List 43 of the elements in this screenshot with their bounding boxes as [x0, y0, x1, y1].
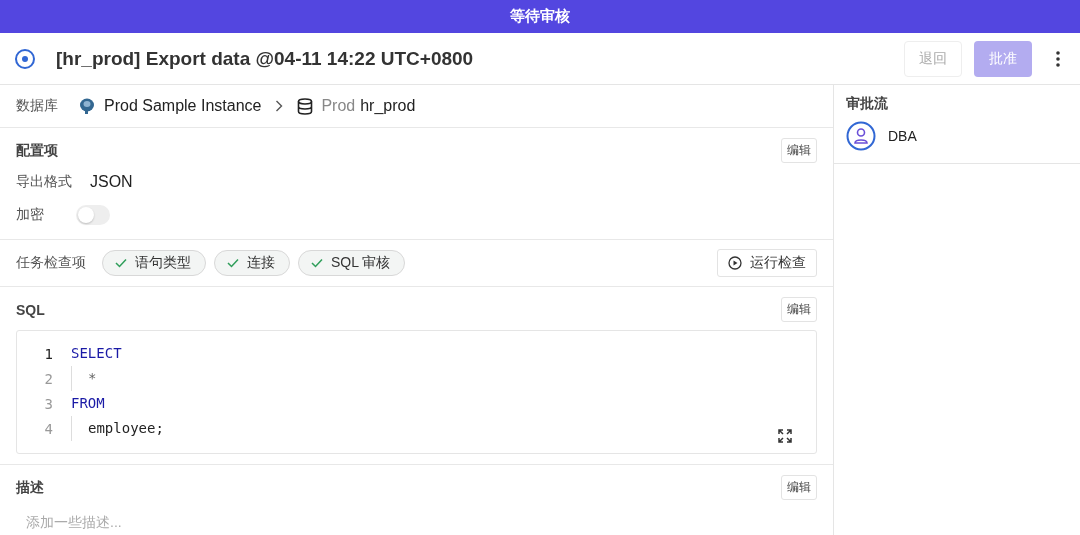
line-number: 4: [43, 420, 53, 437]
elephant-icon: [78, 97, 96, 115]
more-icon[interactable]: [1056, 50, 1060, 67]
field-value: JSON: [90, 173, 133, 191]
line-number: 1: [43, 345, 53, 362]
section-title: 描述: [16, 478, 45, 497]
approver-name: DBA: [888, 128, 917, 144]
check-badge[interactable]: SQL 审核: [298, 250, 406, 276]
section-title: 审批流: [846, 95, 889, 113]
expand-icon[interactable]: [778, 429, 792, 443]
code-line: *: [71, 366, 97, 391]
status-banner: 等待审核: [0, 0, 1080, 33]
check-badge[interactable]: 语句类型: [102, 250, 206, 276]
database-link[interactable]: hr_prod: [360, 97, 416, 115]
database-label: 数据库: [16, 97, 58, 115]
check-badge[interactable]: 连接: [214, 250, 290, 276]
play-icon: [728, 256, 742, 270]
field-label: 加密: [16, 206, 44, 224]
code-line: FROM: [70, 394, 105, 413]
section-title: SQL: [16, 301, 46, 318]
line-number: 3: [43, 395, 53, 412]
check-icon: [311, 258, 323, 268]
chevron-right-icon: [275, 100, 284, 112]
check-icon: [115, 258, 127, 268]
environment-name: Prod: [321, 97, 356, 115]
database-icon: [297, 97, 314, 115]
sql-editor[interactable]: 1 SELECT 2 * 3 FROM 4 employee;: [16, 330, 817, 454]
run-checks-button[interactable]: 运行检查: [717, 249, 817, 277]
code-line: employee;: [71, 416, 164, 441]
edit-button[interactable]: 编辑: [781, 138, 817, 163]
edit-button[interactable]: 编辑: [781, 297, 817, 322]
checks-label: 任务检查项: [16, 254, 86, 272]
issue-title: [hr_prod] Export data @04-11 14:22 UTC+0800: [56, 47, 475, 70]
line-number: 2: [43, 370, 53, 387]
instance-link[interactable]: Prod Sample Instance: [104, 97, 262, 115]
toggle-switch[interactable]: [76, 205, 110, 225]
check-icon: [227, 258, 239, 268]
user-icon: [846, 121, 876, 151]
code-line: SELECT: [70, 344, 122, 363]
section-title: 配置项: [16, 141, 59, 160]
field-label: 导出格式: [16, 173, 72, 191]
status-icon: [14, 47, 36, 70]
edit-button[interactable]: 编辑: [781, 475, 817, 500]
